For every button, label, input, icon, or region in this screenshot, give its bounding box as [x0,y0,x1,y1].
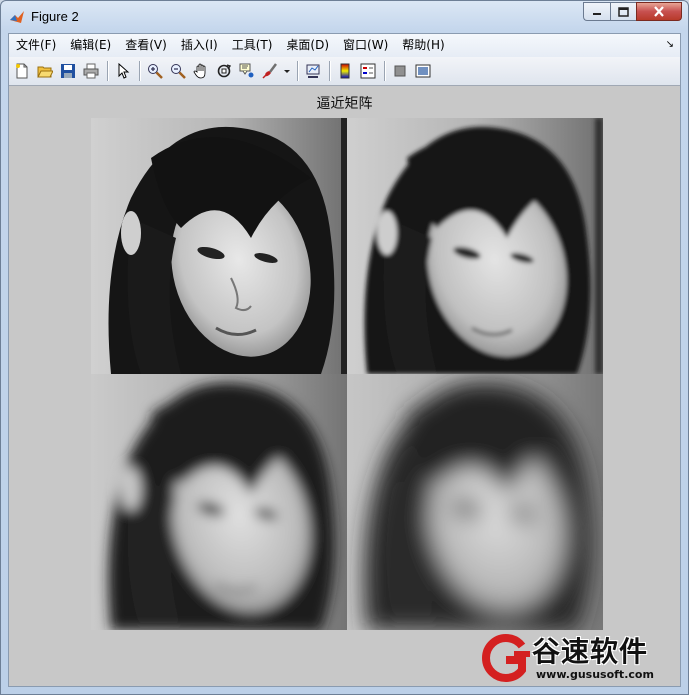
link-plot-button[interactable] [302,60,324,82]
watermark: 谷速软件 www.gususoft.com [478,626,678,686]
maximize-icon [618,6,629,17]
face-image [347,374,603,630]
open-file-button[interactable] [34,60,56,82]
figure-canvas[interactable]: 逼近矩阵 谷速软件 www.gususoft.com [9,86,680,686]
colorbar-icon [340,63,350,79]
print-button[interactable] [80,60,102,82]
close-icon [654,6,664,17]
menu-help[interactable]: 帮助(H) [395,34,451,57]
menu-tools[interactable]: 工具(T) [225,34,280,57]
toolbar-separator [384,61,385,81]
show-plot-tools-button[interactable] [412,60,434,82]
menu-bar: 文件(F) 编辑(E) 查看(V) 插入(I) 工具(T) 桌面(D) 窗口(W… [9,34,680,57]
link-plot-icon [306,64,320,78]
print-icon [83,63,99,79]
menu-insert[interactable]: 插入(I) [174,34,225,57]
title-bar[interactable]: Figure 2 [1,1,688,33]
face-image [91,118,347,374]
new-figure-button[interactable] [11,60,33,82]
data-cursor-icon [239,63,254,78]
legend-button[interactable] [357,60,379,82]
image-axes[interactable] [91,118,603,630]
minimize-button[interactable] [583,2,610,21]
face-image [347,118,603,374]
colorbar-button[interactable] [334,60,356,82]
approximation-level-1 [347,118,603,374]
hide-plot-tools-button[interactable] [389,60,411,82]
save-button[interactable] [57,60,79,82]
zoom-out-icon [171,64,186,79]
zoom-in-icon [148,64,163,79]
axes-title: 逼近矩阵 [316,96,373,112]
menu-window[interactable]: 窗口(W) [336,34,395,57]
window-controls [583,2,682,21]
window-title: Figure 2 [31,9,79,24]
menu-edit[interactable]: 编辑(E) [63,34,118,57]
pointer-icon [118,63,130,79]
new-figure-icon [16,63,28,79]
open-file-icon [37,66,53,78]
show-plot-tools-icon [415,64,431,78]
toolbar-separator [107,61,108,81]
brush-button[interactable] [259,60,281,82]
face-image [91,374,347,630]
figure-toolbar [9,57,680,86]
legend-icon [360,63,376,79]
watermark-url: www.gususoft.com [536,668,654,681]
brush-dropdown[interactable] [282,60,292,82]
minimize-icon [593,12,601,15]
approximation-level-2 [91,374,347,630]
figure-client-area: 文件(F) 编辑(E) 查看(V) 插入(I) 工具(T) 桌面(D) 窗口(W… [8,33,681,687]
menu-dock-arrow-icon[interactable]: ↘ [666,39,674,50]
rotate-3d-button[interactable] [213,60,235,82]
data-cursor-button[interactable] [236,60,258,82]
hide-plot-tools-icon [394,65,406,77]
matlab-icon [10,11,24,23]
brush-icon [262,63,277,79]
close-button[interactable] [636,2,682,21]
menu-view[interactable]: 查看(V) [118,34,174,57]
rotate-3d-icon [217,64,232,78]
chevron-down-icon [284,70,290,73]
original-image [91,118,347,374]
zoom-out-button[interactable] [167,60,189,82]
toolbar-separator [329,61,330,81]
watermark-title: 谷速软件 [532,635,649,668]
toolbar-separator [297,61,298,81]
menu-desktop[interactable]: 桌面(D) [279,34,336,57]
approximation-level-3 [347,374,603,630]
pan-icon [193,63,206,79]
menu-file[interactable]: 文件(F) [9,34,63,57]
maximize-button[interactable] [610,2,636,21]
zoom-in-button[interactable] [144,60,166,82]
gususoft-logo-icon [482,634,530,682]
save-icon [61,64,75,78]
toolbar-separator [139,61,140,81]
figure-window: Figure 2 文件(F) 编辑(E) 查看(V) 插入(I) 工具(T) 桌… [0,0,689,695]
pointer-button[interactable] [112,60,134,82]
pan-button[interactable] [190,60,212,82]
